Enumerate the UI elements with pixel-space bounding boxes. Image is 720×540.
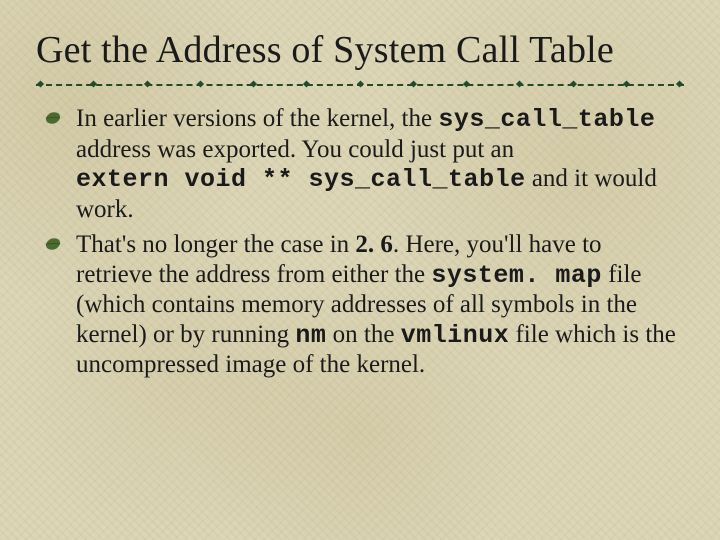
leaf-bullet-icon [44, 235, 62, 253]
bullet-list: In earlier versions of the kernel, the s… [36, 104, 684, 380]
list-item: In earlier versions of the kernel, the s… [76, 104, 680, 224]
divider-dots [36, 82, 684, 87]
slide-title: Get the Address of System Call Table [36, 28, 684, 72]
leaf-bullet-icon [44, 109, 62, 127]
bullet-text: That's no longer the case in 2. 6. Here,… [76, 231, 676, 378]
title-divider [36, 78, 684, 90]
list-item: That's no longer the case in 2. 6. Here,… [76, 230, 680, 380]
bullet-text: In earlier versions of the kernel, the s… [76, 105, 657, 223]
